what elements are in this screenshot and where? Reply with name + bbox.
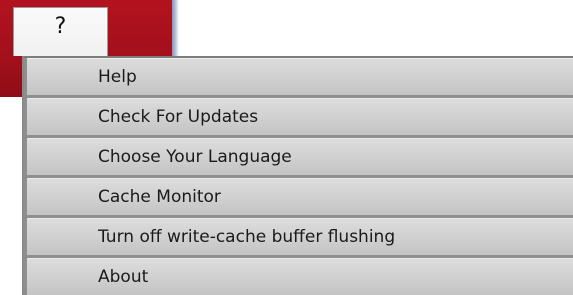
menu-item-label: Cache Monitor [98, 187, 221, 207]
menu-item-label: Help [98, 67, 137, 87]
menu-item-help[interactable]: Help [27, 58, 573, 95]
menu-item-label: Choose Your Language [98, 147, 292, 167]
menu-item-choose-language[interactable]: Choose Your Language [27, 138, 573, 175]
question-mark-icon: ? [54, 14, 67, 39]
menu-item-write-cache-flushing[interactable]: Turn off write-cache buffer flushing [27, 218, 573, 255]
menu-item-label: About [98, 267, 149, 287]
menubar-edge [172, 0, 179, 60]
help-dropdown-menu: Help Check For Updates Choose Your Langu… [22, 56, 573, 295]
menu-item-about[interactable]: About [27, 258, 573, 295]
menu-item-label: Turn off write-cache buffer flushing [98, 227, 396, 247]
menu-item-label: Check For Updates [98, 107, 259, 127]
screen: ? Help Check For Updates Choose Your Lan… [0, 0, 573, 295]
menu-item-check-for-updates[interactable]: Check For Updates [27, 98, 573, 135]
menu-item-cache-monitor[interactable]: Cache Monitor [27, 178, 573, 215]
help-menu-button[interactable]: ? [13, 7, 108, 56]
